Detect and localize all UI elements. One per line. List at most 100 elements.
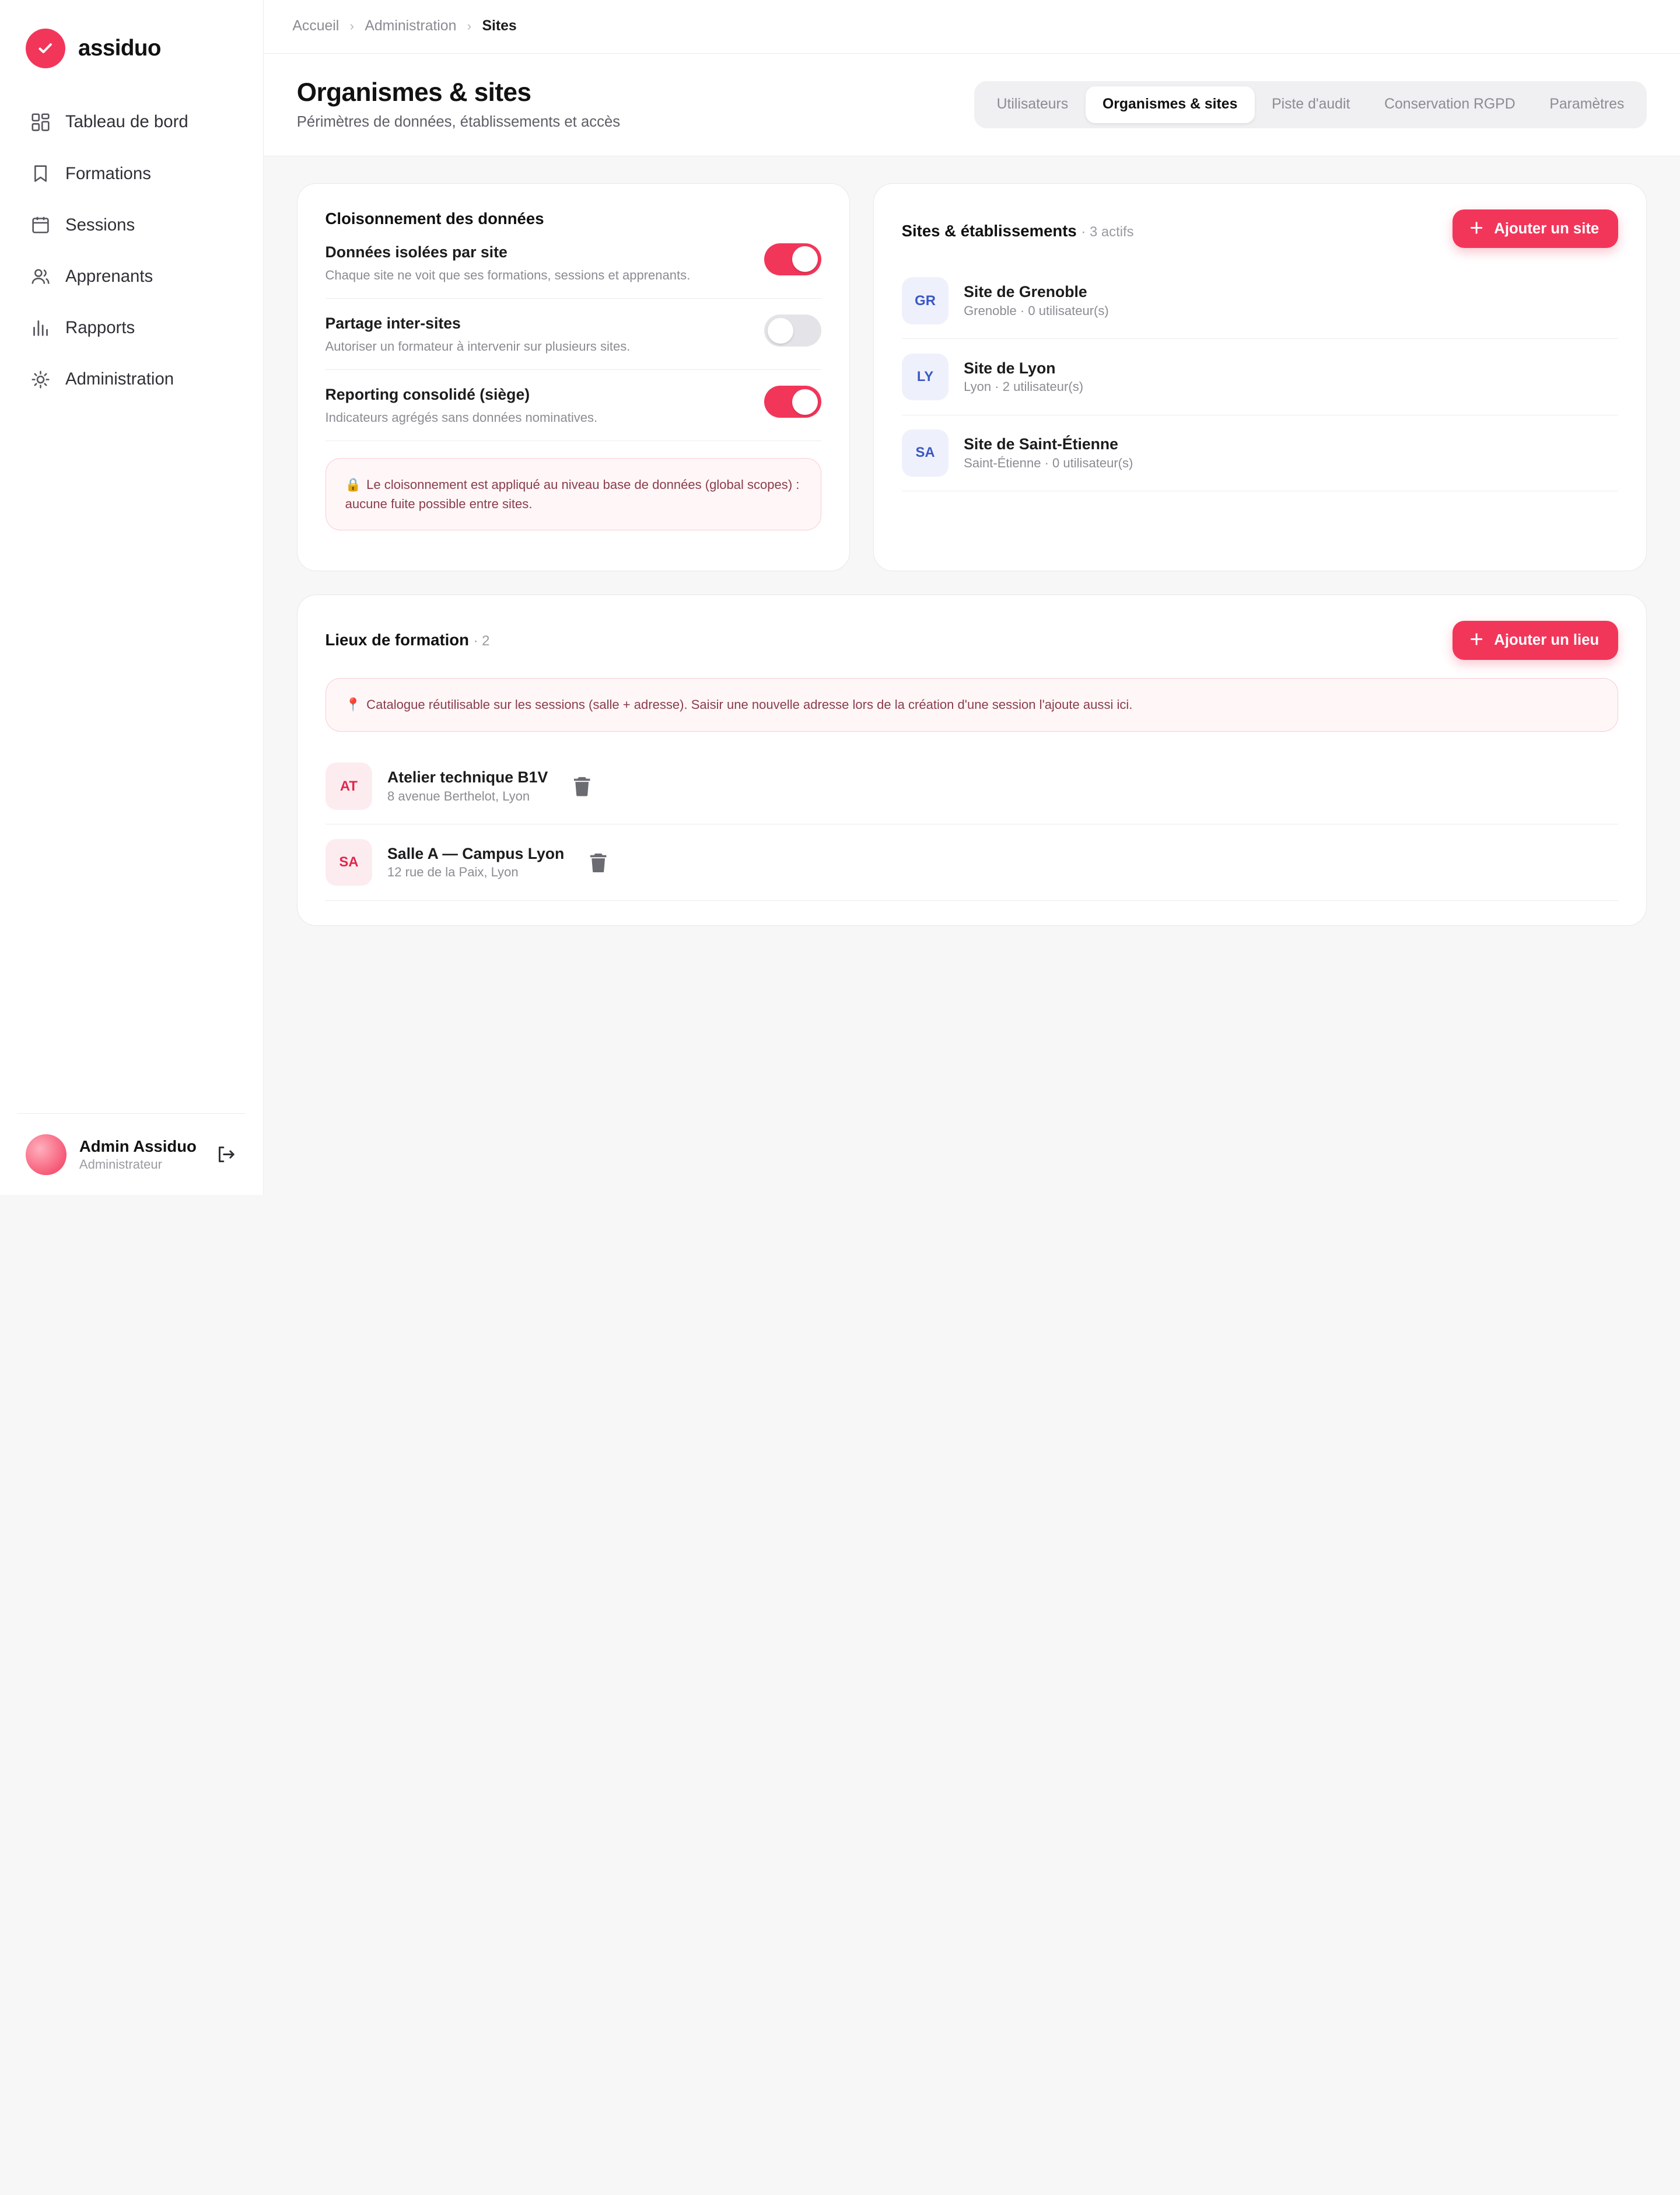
sidebar-item-label: Apprenants bbox=[65, 266, 153, 286]
notice-text: Le cloisonnement est appliqué au niveau … bbox=[345, 477, 800, 512]
page-header: Organismes & sites Périmètres de données… bbox=[263, 53, 1680, 157]
site-badge: SA bbox=[901, 429, 949, 477]
sidebar-item-label: Administration bbox=[65, 369, 174, 389]
user-name: Admin Assiduo bbox=[79, 1137, 197, 1155]
gear-icon bbox=[30, 369, 51, 390]
card-title: Sites & établissements bbox=[901, 221, 1077, 240]
site-meta: Grenoble · 0 utilisateur(s) bbox=[964, 303, 1109, 318]
lieu-name: Salle A — Campus Lyon bbox=[387, 844, 565, 862]
sidebar-item-tableau-de-bord[interactable]: Tableau de bord bbox=[17, 96, 246, 148]
card-title: Lieux de formation bbox=[325, 631, 469, 649]
brand[interactable]: assiduo bbox=[17, 0, 246, 96]
lieu-name: Atelier technique B1V bbox=[387, 768, 548, 787]
pin-icon: 📍 bbox=[345, 697, 361, 712]
lieux-count: · 2 bbox=[473, 633, 490, 649]
toggle-reporting-consolide[interactable] bbox=[764, 386, 821, 418]
lieu-badge: SA bbox=[325, 838, 373, 886]
add-lieu-button[interactable]: + Ajouter un lieu bbox=[1452, 621, 1619, 660]
tab-utilisateurs[interactable]: Utilisateurs bbox=[979, 86, 1085, 123]
bar-chart-icon bbox=[30, 317, 51, 339]
toggle-donnees-isolees[interactable] bbox=[764, 243, 821, 275]
add-site-button[interactable]: + Ajouter un site bbox=[1452, 209, 1619, 249]
breadcrumb-administration[interactable]: Administration bbox=[365, 18, 456, 34]
avatar bbox=[26, 1134, 66, 1175]
setting-description: Autoriser un formateur à intervenir sur … bbox=[325, 339, 631, 354]
lieu-address: 8 avenue Berthelot, Lyon bbox=[387, 788, 530, 803]
trash-icon[interactable] bbox=[572, 774, 593, 798]
list-item[interactable]: GR Site de Grenoble Grenoble · 0 utilisa… bbox=[901, 263, 1619, 340]
trash-icon[interactable] bbox=[588, 851, 610, 874]
sidebar-item-label: Rapports bbox=[65, 318, 135, 337]
site-name: Site de Lyon bbox=[964, 359, 1056, 377]
sidebar-item-apprenants[interactable]: Apprenants bbox=[17, 251, 246, 302]
user-role: Administrateur bbox=[79, 1156, 162, 1172]
isolation-notice: 🔒 Le cloisonnement est appliqué au niveau… bbox=[325, 458, 821, 530]
lieux-card: Lieux de formation · 2 + Ajouter un lieu… bbox=[296, 595, 1647, 926]
site-name: Site de Saint-Étienne bbox=[964, 435, 1118, 453]
list-item[interactable]: LY Site de Lyon Lyon · 2 utilisateur(s) bbox=[901, 339, 1619, 415]
chevron-right-icon: › bbox=[349, 19, 354, 34]
page-subtitle: Périmètres de données, établissements et… bbox=[296, 114, 621, 131]
sidebar-item-label: Sessions bbox=[65, 215, 135, 235]
notice-text: Catalogue réutilisable sur les sessions … bbox=[366, 697, 1133, 712]
breadcrumb-current: Sites bbox=[482, 18, 517, 34]
setting-description: Indicateurs agrégés sans données nominat… bbox=[325, 410, 598, 425]
main-content: Accueil › Administration › Sites Organis… bbox=[263, 0, 1680, 1195]
setting-row: Données isolées par site Chaque site ne … bbox=[325, 228, 821, 299]
tab-piste-audit[interactable]: Piste d'audit bbox=[1255, 86, 1367, 123]
breadcrumb-accueil[interactable]: Accueil bbox=[292, 18, 339, 34]
users-icon bbox=[30, 265, 51, 287]
site-meta: Lyon · 2 utilisateur(s) bbox=[964, 379, 1084, 394]
list-item[interactable]: SA Salle A — Campus Lyon 12 rue de la Pa… bbox=[325, 824, 1619, 901]
dashboard-icon bbox=[30, 111, 51, 133]
breadcrumb: Accueil › Administration › Sites bbox=[263, 0, 1680, 54]
page-title: Organismes & sites bbox=[296, 78, 531, 107]
plus-icon: + bbox=[1469, 625, 1483, 653]
add-site-label: Ajouter un site bbox=[1494, 220, 1600, 237]
bookmark-icon bbox=[30, 163, 51, 184]
sidebar-item-label: Formations bbox=[65, 163, 151, 183]
sidebar-item-administration[interactable]: Administration bbox=[17, 354, 246, 405]
site-meta: Saint-Étienne · 0 utilisateur(s) bbox=[964, 455, 1133, 470]
add-lieu-label: Ajouter un lieu bbox=[1494, 631, 1600, 648]
site-badge: LY bbox=[901, 353, 949, 401]
sidebar-nav: Tableau de bord Formations Sessions Appr… bbox=[17, 96, 246, 405]
card-title: Cloisonnement des données bbox=[325, 209, 544, 228]
sidebar: assiduo Tableau de bord Formations Sessi… bbox=[0, 0, 264, 1195]
brand-name: assiduo bbox=[78, 35, 161, 61]
chevron-right-icon: › bbox=[467, 19, 472, 34]
list-item[interactable]: AT Atelier technique B1V 8 avenue Berthe… bbox=[325, 749, 1619, 825]
lieu-badge: AT bbox=[325, 763, 373, 810]
site-name: Site de Grenoble bbox=[964, 283, 1087, 301]
setting-label: Partage inter-sites bbox=[325, 314, 461, 333]
setting-row: Reporting consolidé (siège) Indicateurs … bbox=[325, 370, 821, 442]
toggle-partage-inter-sites[interactable] bbox=[764, 314, 821, 347]
sidebar-item-label: Tableau de bord bbox=[65, 112, 188, 132]
setting-label: Données isolées par site bbox=[325, 243, 508, 261]
sites-list: GR Site de Grenoble Grenoble · 0 utilisa… bbox=[901, 263, 1619, 492]
sidebar-item-sessions[interactable]: Sessions bbox=[17, 200, 246, 251]
calendar-icon bbox=[30, 214, 51, 236]
setting-description: Chaque site ne voit que ses formations, … bbox=[325, 267, 691, 282]
logout-icon[interactable] bbox=[214, 1142, 237, 1166]
tab-conservation-rgpd[interactable]: Conservation RGPD bbox=[1367, 86, 1532, 123]
sites-count: · 3 actifs bbox=[1081, 223, 1134, 240]
admin-tabs: Utilisateurs Organismes & sites Piste d'… bbox=[974, 81, 1647, 128]
brand-logo-icon bbox=[26, 28, 66, 68]
user-panel: Admin Assiduo Administrateur bbox=[17, 1113, 246, 1195]
setting-label: Reporting consolidé (siège) bbox=[325, 386, 530, 404]
tab-parametres[interactable]: Paramètres bbox=[1532, 86, 1642, 123]
plus-icon: + bbox=[1469, 214, 1483, 242]
list-item[interactable]: SA Site de Saint-Étienne Saint-Étienne ·… bbox=[901, 415, 1619, 492]
lock-icon: 🔒 bbox=[345, 477, 361, 492]
lieux-list: AT Atelier technique B1V 8 avenue Berthe… bbox=[325, 749, 1619, 901]
sidebar-item-rapports[interactable]: Rapports bbox=[17, 302, 246, 354]
setting-row: Partage inter-sites Autoriser un formate… bbox=[325, 299, 821, 370]
sidebar-item-formations[interactable]: Formations bbox=[17, 148, 246, 199]
lieu-address: 12 rue de la Paix, Lyon bbox=[387, 865, 519, 880]
sites-card: Sites & établissements · 3 actifs + Ajou… bbox=[873, 183, 1647, 571]
lieux-notice: 📍 Catalogue réutilisable sur les sessions… bbox=[325, 677, 1619, 732]
site-badge: GR bbox=[901, 277, 949, 325]
tab-organismes-sites[interactable]: Organismes & sites bbox=[1085, 86, 1255, 123]
cloisonnement-card: Cloisonnement des données Données isolée… bbox=[296, 183, 850, 571]
